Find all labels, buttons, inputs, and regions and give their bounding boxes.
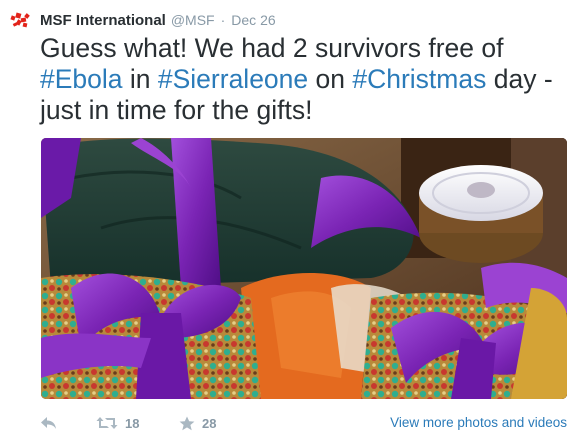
reply-button[interactable]	[40, 416, 96, 430]
star-icon	[179, 416, 195, 430]
tweet-timestamp[interactable]: Dec 26	[231, 12, 275, 28]
tweet-text-segment: Guess what! We had 2 survivors free of	[40, 33, 504, 63]
hashtag-christmas[interactable]: #Christmas	[352, 64, 486, 94]
reply-icon	[41, 417, 56, 429]
tweet-header: MSF International @MSF · Dec 26	[8, 10, 276, 30]
author-name[interactable]: MSF International	[40, 12, 166, 29]
author-handle[interactable]: @MSF	[171, 12, 215, 28]
tweet-text: Guess what! We had 2 survivors free of #…	[40, 33, 570, 126]
tweet-text-segment: in	[122, 64, 158, 94]
msf-logo-icon[interactable]	[8, 10, 34, 30]
hashtag-sierraleone[interactable]: #Sierraleone	[158, 64, 308, 94]
retweet-button[interactable]: 18	[96, 416, 179, 431]
favorite-count: 28	[202, 415, 217, 431]
retweet-icon	[96, 417, 118, 429]
tweet-text-segment: on	[308, 64, 353, 94]
separator-dot: ·	[220, 12, 226, 28]
retweet-count: 18	[125, 415, 140, 431]
view-more-link[interactable]: View more photos and videos	[390, 415, 567, 430]
favorite-button[interactable]: 28	[179, 416, 239, 431]
tweet-actions: 18 28 View more photos and videos	[40, 410, 570, 436]
tweet-photo[interactable]	[41, 138, 567, 399]
hashtag-ebola[interactable]: #Ebola	[40, 64, 123, 94]
